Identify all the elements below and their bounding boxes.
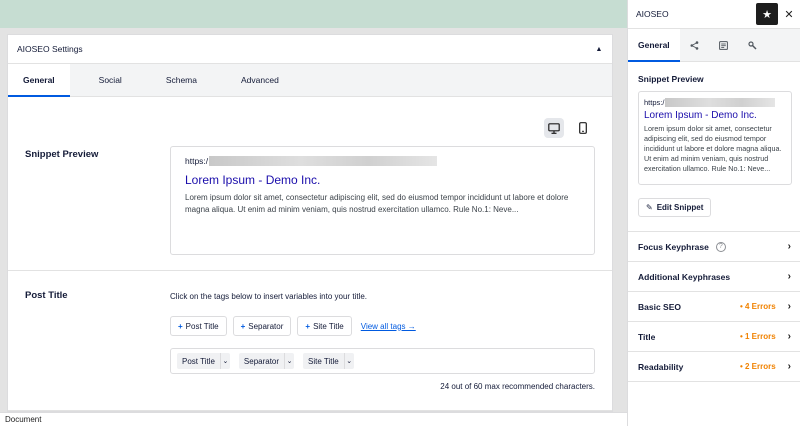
tag-button-label: Separator [248,321,284,331]
error-count-badge: • 1 Errors [739,332,776,341]
snippet-url-blurred [665,97,776,107]
chevron-right-icon: › [787,271,791,282]
snippet-url-prefix: https:/ [185,156,209,166]
sidebar-title: AIOSEO [636,9,669,19]
snippet-url: https:/ [644,97,786,107]
status-bar: Document [0,412,627,426]
pencil-icon: ✎ [646,203,653,212]
snippet-description: Lorem ipsum dolor sit amet, consectetur … [185,193,569,214]
panel-title: AIOSEO Settings [17,44,83,54]
sidebar-item-basic-seo[interactable]: Basic SEO • 4 Errors › [628,291,800,321]
snippet-preview-label: Snippet Preview [25,149,99,160]
sidebar-tab-general[interactable]: General [628,29,680,62]
chevron-down-icon[interactable]: ⌄ [343,353,354,369]
sidebar-tab-social[interactable] [680,29,709,61]
snippet-url-prefix: https:/ [644,97,665,107]
section-divider [8,410,612,411]
plus-icon: + [178,321,183,331]
insert-post-title-button[interactable]: + Post Title [170,316,227,336]
sidebar-checklist: Focus Keyphrase? › Additional Keyphrases… [628,231,800,381]
sidebar-item-label: Readability [638,361,684,372]
sidebar-item-additional-keyphrases[interactable]: Additional Keyphrases › [628,261,800,291]
chip-site-title[interactable]: Site Title ⌄ [303,353,354,369]
desktop-preview-button[interactable] [544,118,564,138]
chevron-right-icon: › [787,301,791,312]
settings-tabs: General Social Schema Advanced [8,64,612,97]
wrench-icon [748,40,757,50]
error-count-badge: • 4 Errors [739,302,776,311]
chip-label: Post Title [182,356,215,366]
tag-button-label: Site Title [313,321,344,331]
snippet-url-blurred [209,156,438,166]
tab-schema[interactable]: Schema [151,64,212,96]
collapse-up-icon[interactable]: ▲ [594,46,604,53]
sidebar-item-readability[interactable]: Readability • 2 Errors › [628,351,800,381]
tags-help-text: Click on the tags below to insert variab… [170,292,367,301]
character-count: 24 out of 60 max recommended characters. [440,382,595,391]
snippet-title: Lorem Ipsum - Demo Inc. [644,110,757,121]
chevron-down-icon[interactable]: ⌄ [219,353,230,369]
post-title-input[interactable]: Post Title ⌄ Separator ⌄ Site Title ⌄ [170,348,595,374]
plus-icon: + [305,321,311,331]
help-icon[interactable]: ? [715,241,726,252]
sidebar-item-label: Additional Keyphrases [638,271,731,282]
tab-advanced[interactable]: Advanced [226,64,294,96]
tab-social[interactable]: Social [84,64,137,96]
close-icon[interactable]: ✕ [782,8,796,21]
share-icon [690,40,698,50]
sidebar-item-title[interactable]: Title • 1 Errors › [628,321,800,351]
snippet-description: Lorem ipsum dolor sit amet, consectetur … [644,124,782,173]
chevron-down-icon[interactable]: ⌄ [284,353,294,369]
mobile-preview-button[interactable] [573,118,593,138]
sidebar-actions: ★ ✕ [756,3,796,25]
view-all-tags-link[interactable]: View all tags → [361,322,416,331]
snippet-preview-box: https:/ Lorem Ipsum - Demo Inc. Lorem ip… [170,146,595,255]
document-icon [718,40,728,50]
desktop-icon [548,122,560,134]
plus-icon: + [240,321,246,331]
sidebar-header: AIOSEO ★ ✕ [628,0,800,29]
aioseo-sidebar: AIOSEO ★ ✕ General Snippet Preview https… [627,0,800,426]
chip-separator[interactable]: Separator ⌄ [238,353,295,369]
section-divider [8,270,612,271]
chip-post-title[interactable]: Post Title ⌄ [177,353,230,369]
sidebar-tab-advanced[interactable] [738,29,767,61]
sidebar-tabs: General [628,29,800,62]
insert-separator-button[interactable]: + Separator [232,316,292,336]
sidebar-item-label: Basic SEO [638,301,681,312]
sidebar-item-label: Title [638,331,656,342]
sidebar-snippet-box: https:/ Lorem Ipsum - Demo Inc. Lorem ip… [638,91,792,185]
chip-label: Site Title [308,356,339,366]
chevron-right-icon: › [787,241,791,252]
panel-header[interactable]: AIOSEO Settings ▲ [8,35,612,64]
edit-snippet-button[interactable]: ✎ Edit Snippet [638,198,712,217]
tag-button-label: Post Title [185,321,219,331]
sidebar-tab-schema[interactable] [709,29,738,61]
editor-top-area [0,0,627,28]
snippet-url: https:/ [185,155,580,167]
sidebar-item-focus-keyphrase[interactable]: Focus Keyphrase? › [628,231,800,261]
chevron-right-icon: › [787,361,791,372]
sidebar-snippet-title: Snippet Preview [638,74,704,84]
mobile-icon [579,122,587,134]
chip-label: Separator [243,356,280,366]
star-icon[interactable]: ★ [756,3,778,25]
insert-site-title-button[interactable]: + Site Title [297,316,352,336]
tag-buttons: + Post Title + Separator + Site Title View … [170,316,416,336]
sidebar-item-label: Focus Keyphrase [638,241,709,252]
snippet-title: Lorem Ipsum - Demo Inc. [185,173,321,187]
tab-general[interactable]: General [8,64,70,97]
breadcrumb-document[interactable]: Document [5,415,41,424]
sidebar-divider [628,381,800,382]
chevron-right-icon: › [787,331,791,342]
error-count-badge: • 2 Errors [739,362,776,371]
edit-snippet-label: Edit Snippet [656,203,704,212]
post-title-label: Post Title [25,290,68,301]
